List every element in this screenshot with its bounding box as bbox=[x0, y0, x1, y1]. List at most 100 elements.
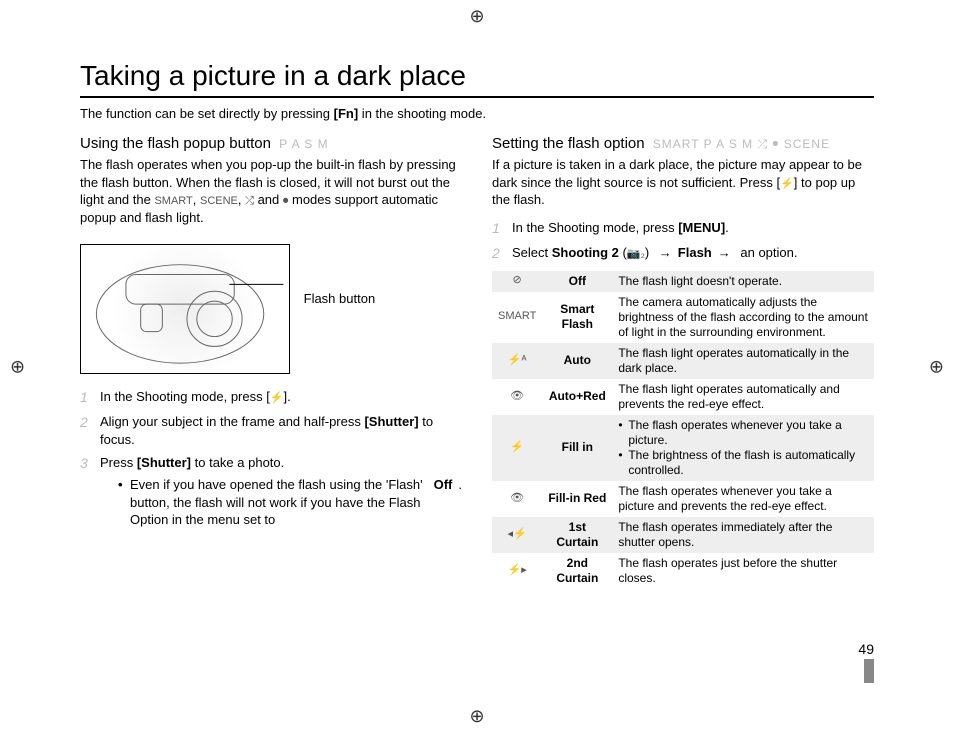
registration-mark-icon: ⊕ bbox=[10, 356, 25, 377]
intro-text-post: in the shooting mode. bbox=[358, 106, 486, 121]
text: Press bbox=[100, 455, 137, 470]
page-number: 49 bbox=[858, 641, 874, 683]
flash-options-table: ⊘OffThe flash light doesn't operate.SMAR… bbox=[492, 271, 874, 589]
option-name: Smart Flash bbox=[542, 292, 612, 343]
right-column: Setting the flash option SMART P A S M ⤮… bbox=[492, 135, 874, 589]
note-list: Even if you have opened the flash using … bbox=[100, 476, 462, 529]
table-row: ⚡ᴬAutoThe flash light operates automatic… bbox=[492, 343, 874, 379]
step-item: 2 Align your subject in the frame and ha… bbox=[80, 413, 462, 448]
table-row: ⚡▸2nd CurtainThe flash operates just bef… bbox=[492, 553, 874, 589]
arrow-icon: → bbox=[659, 244, 672, 262]
step-item: 1 In the Shooting mode, press [⚡]. bbox=[80, 388, 462, 407]
text: Even if you have opened the flash using … bbox=[130, 476, 428, 529]
option-icon: SMART bbox=[492, 292, 542, 343]
step-body: Align your subject in the frame and half… bbox=[100, 413, 462, 448]
step-number: 2 bbox=[492, 244, 506, 263]
text: ) bbox=[645, 245, 653, 260]
table-row: 👁Fill-in RedThe flash operates whenever … bbox=[492, 481, 874, 517]
option-icon: ◂⚡ bbox=[492, 517, 542, 553]
mode-icons: SMART P A S M ⤮ ⏺ SCENE bbox=[653, 137, 830, 151]
step-item: 3 Press [Shutter] to take a photo. Even … bbox=[80, 454, 462, 534]
shutter-key: [Shutter] bbox=[137, 455, 191, 470]
text: Select bbox=[512, 245, 552, 260]
menu-key: [MENU] bbox=[678, 220, 725, 235]
option-description: The flash operates just before the shutt… bbox=[612, 553, 874, 589]
option-icon: ⊘ bbox=[492, 271, 542, 292]
desc-list-item: The brightness of the flash is automatic… bbox=[618, 448, 868, 478]
page-intro: The function can be set directly by pres… bbox=[80, 106, 874, 121]
step-number: 1 bbox=[492, 219, 506, 238]
option-name: Auto+Red bbox=[542, 379, 612, 415]
page-tab-marker bbox=[864, 659, 874, 683]
registration-mark-icon: ⊕ bbox=[469, 706, 484, 727]
right-body: If a picture is taken in a dark place, t… bbox=[492, 156, 874, 209]
option-icon: ⚡ bbox=[492, 415, 542, 481]
option-description: The flash light operates automatically i… bbox=[612, 343, 874, 379]
option-icon: 👁 bbox=[492, 379, 542, 415]
step-body: Press [Shutter] to take a photo. Even if… bbox=[100, 454, 462, 534]
registration-mark-icon: ⊕ bbox=[929, 356, 944, 377]
text: . bbox=[458, 476, 462, 529]
intro-fn-key: [Fn] bbox=[334, 106, 359, 121]
option-description: The flash light operates automatically a… bbox=[612, 379, 874, 415]
option-icon: 👁 bbox=[492, 481, 542, 517]
text: In the Shooting mode, press [ bbox=[100, 389, 270, 404]
text: an option. bbox=[737, 245, 798, 260]
shooting2-label: Shooting 2 bbox=[552, 245, 619, 260]
desc-list-item: The flash operates whenever you take a p… bbox=[618, 418, 868, 448]
step-body: In the Shooting mode, press [⚡]. bbox=[100, 388, 462, 407]
text: Align your subject in the frame and half… bbox=[100, 414, 364, 429]
step-number: 1 bbox=[80, 388, 94, 407]
step-item: 2 Select Shooting 2 (📷₂) → Flash → an opti… bbox=[492, 244, 874, 263]
camera-tab-icon: 📷₂ bbox=[627, 248, 645, 260]
flash-label: Flash bbox=[678, 245, 712, 260]
camera-diagram bbox=[80, 244, 290, 374]
left-body: The flash operates when you pop-up the b… bbox=[80, 156, 462, 226]
flash-icon: ⚡ bbox=[270, 392, 284, 404]
text: , bbox=[193, 192, 200, 207]
right-heading-text: Setting the flash option bbox=[492, 135, 645, 152]
step-item: 1 In the Shooting mode, press [MENU]. bbox=[492, 219, 874, 238]
option-description: The flash light doesn't operate. bbox=[612, 271, 874, 292]
step-number: 3 bbox=[80, 454, 94, 534]
table-row: SMARTSmart FlashThe camera automatically… bbox=[492, 292, 874, 343]
option-name: Off bbox=[542, 271, 612, 292]
text: and bbox=[254, 192, 283, 207]
text: In the Shooting mode, press bbox=[512, 220, 678, 235]
left-heading-text: Using the flash popup button bbox=[80, 135, 271, 152]
option-icon: ⚡▸ bbox=[492, 553, 542, 589]
step-body: In the Shooting mode, press [MENU]. bbox=[512, 219, 874, 238]
left-heading: Using the flash popup button P A S M bbox=[80, 135, 462, 152]
right-heading: Setting the flash option SMART P A S M ⤮… bbox=[492, 135, 874, 152]
arrow-icon: → bbox=[718, 244, 731, 262]
option-name: 1st Curtain bbox=[542, 517, 612, 553]
step-body: Select Shooting 2 (📷₂) → Flash → an option… bbox=[512, 244, 874, 263]
table-row: 👁Auto+RedThe flash light operates automa… bbox=[492, 379, 874, 415]
registration-mark-icon: ⊕ bbox=[469, 6, 484, 27]
option-icon: ⚡ᴬ bbox=[492, 343, 542, 379]
table-row: ⚡Fill inThe flash operates whenever you … bbox=[492, 415, 874, 481]
text: to take a photo. bbox=[191, 455, 284, 470]
page-title: Taking a picture in a dark place bbox=[80, 60, 874, 98]
note-item: Even if you have opened the flash using … bbox=[118, 476, 462, 529]
left-steps: 1 In the Shooting mode, press [⚡]. 2 Ali… bbox=[80, 388, 462, 534]
text: . bbox=[725, 220, 729, 235]
table-row: ◂⚡1st CurtainThe flash operates immediat… bbox=[492, 517, 874, 553]
option-description: The camera automatically adjusts the bri… bbox=[612, 292, 874, 343]
option-name: 2nd Curtain bbox=[542, 553, 612, 589]
mode-icons: P A S M bbox=[279, 137, 328, 151]
text: ( bbox=[619, 245, 627, 260]
text: ]. bbox=[284, 389, 291, 404]
diagram-label: Flash button bbox=[304, 291, 376, 306]
off-label: Off bbox=[434, 476, 453, 529]
shutter-key: [Shutter] bbox=[364, 414, 418, 429]
option-description: The flash operates whenever you take a p… bbox=[612, 481, 874, 517]
step-number: 2 bbox=[80, 413, 94, 448]
page-number-text: 49 bbox=[858, 641, 874, 657]
option-name: Fill in bbox=[542, 415, 612, 481]
right-steps: 1 In the Shooting mode, press [MENU]. 2 … bbox=[492, 219, 874, 263]
option-description: The flash operates immediately after the… bbox=[612, 517, 874, 553]
flash-icon: ⚡ bbox=[780, 178, 794, 190]
option-name: Auto bbox=[542, 343, 612, 379]
table-row: ⊘OffThe flash light doesn't operate. bbox=[492, 271, 874, 292]
